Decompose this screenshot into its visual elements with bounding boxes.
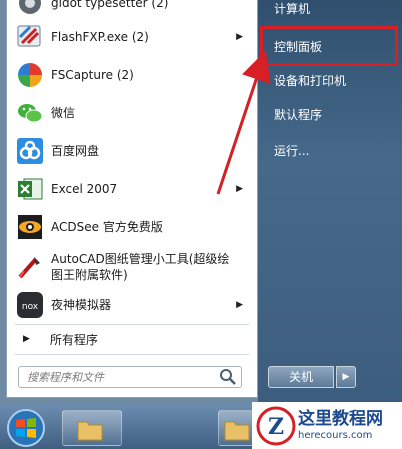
svg-text:nox: nox (22, 302, 39, 312)
nox-icon: nox (15, 290, 45, 320)
watermark-logo-icon: Z (254, 404, 298, 448)
program-label: gidot typesetter (2) (51, 0, 169, 10)
fscapture-icon (15, 60, 45, 90)
all-programs-button[interactable]: ▶ 所有程序 (15, 326, 249, 352)
start-menu: gidot typesetter (2) FlashFXP.exe (2) ▶ … (0, 0, 402, 404)
watermark-title: 这里教程网 (298, 408, 383, 429)
shutdown-button[interactable]: 关机 (268, 366, 334, 388)
folder-icon (77, 421, 103, 441)
program-label: 夜神模拟器 (51, 298, 112, 312)
search-box[interactable]: 搜索程序和文件 (18, 366, 242, 388)
svg-text:Z: Z (268, 414, 284, 440)
right-item-devices-printers[interactable]: 设备和打印机 (274, 70, 346, 92)
program-label: FSCapture (2) (51, 68, 134, 82)
program-item-baidu-netdisk[interactable]: 百度网盘 (15, 134, 249, 168)
excel-icon (15, 174, 45, 204)
shutdown-control: 关机 ▶ (268, 366, 356, 388)
watermark: Z 这里教程网 herecours.com (252, 402, 402, 449)
submenu-arrow-icon: ▶ (236, 32, 243, 42)
start-orb-icon[interactable] (4, 408, 48, 448)
search-input[interactable]: 搜索程序和文件 (19, 369, 219, 385)
program-item-fscapture[interactable]: FSCapture (2) (15, 58, 249, 92)
program-label: FlashFXP.exe (2) (51, 30, 149, 44)
program-item-excel[interactable]: Excel 2007 ▶ (15, 172, 249, 206)
program-label-line1: AutoCAD图纸管理小工具(超级绘 (51, 252, 230, 266)
autocad-icon (15, 252, 45, 282)
submenu-arrow-icon: ▶ (236, 300, 243, 310)
wechat-icon (15, 98, 45, 128)
triangle-right-icon: ▶ (23, 334, 30, 344)
program-item-autocad-tool[interactable]: AutoCAD图纸管理小工具(超级绘 图王附属软件) (15, 248, 249, 286)
search-icon[interactable] (219, 368, 237, 386)
separator (15, 354, 249, 355)
program-item-nox[interactable]: nox 夜神模拟器 ▶ (15, 288, 249, 322)
flashfxp-icon (15, 22, 45, 52)
program-label: 百度网盘 (51, 144, 100, 158)
program-item-wechat[interactable]: 微信 (15, 96, 249, 130)
right-item-run[interactable]: 运行... (274, 140, 309, 162)
program-item-acdsee[interactable]: ACDSee 官方免费版 (15, 210, 249, 244)
baidu-netdisk-icon (15, 136, 45, 166)
right-item-computer[interactable]: 计算机 (274, 0, 310, 20)
programs-pane: gidot typesetter (2) FlashFXP.exe (2) ▶ … (6, 0, 258, 398)
program-item-gidot[interactable]: gidot typesetter (2) (15, 0, 249, 20)
taskbar-explorer-button[interactable] (62, 410, 122, 446)
acdsee-icon (15, 212, 45, 242)
program-label: Excel 2007 (51, 182, 118, 196)
submenu-arrow-icon: ▶ (236, 184, 243, 194)
right-item-default-programs[interactable]: 默认程序 (274, 104, 322, 126)
program-item-flashfxp[interactable]: FlashFXP.exe (2) ▶ (15, 20, 249, 54)
shutdown-options-button[interactable]: ▶ (336, 366, 356, 388)
program-label: 微信 (51, 106, 76, 120)
program-label: ACDSee 官方免费版 (51, 220, 163, 234)
gear-icon (15, 0, 45, 18)
highlight-box (260, 26, 398, 66)
separator (15, 324, 249, 325)
program-label-line2: 图王附属软件) (51, 268, 128, 282)
folder-icon (224, 421, 250, 441)
all-programs-label: 所有程序 (49, 332, 98, 347)
taskbar-folder-button[interactable] (218, 410, 254, 446)
watermark-url: herecours.com (298, 429, 373, 441)
